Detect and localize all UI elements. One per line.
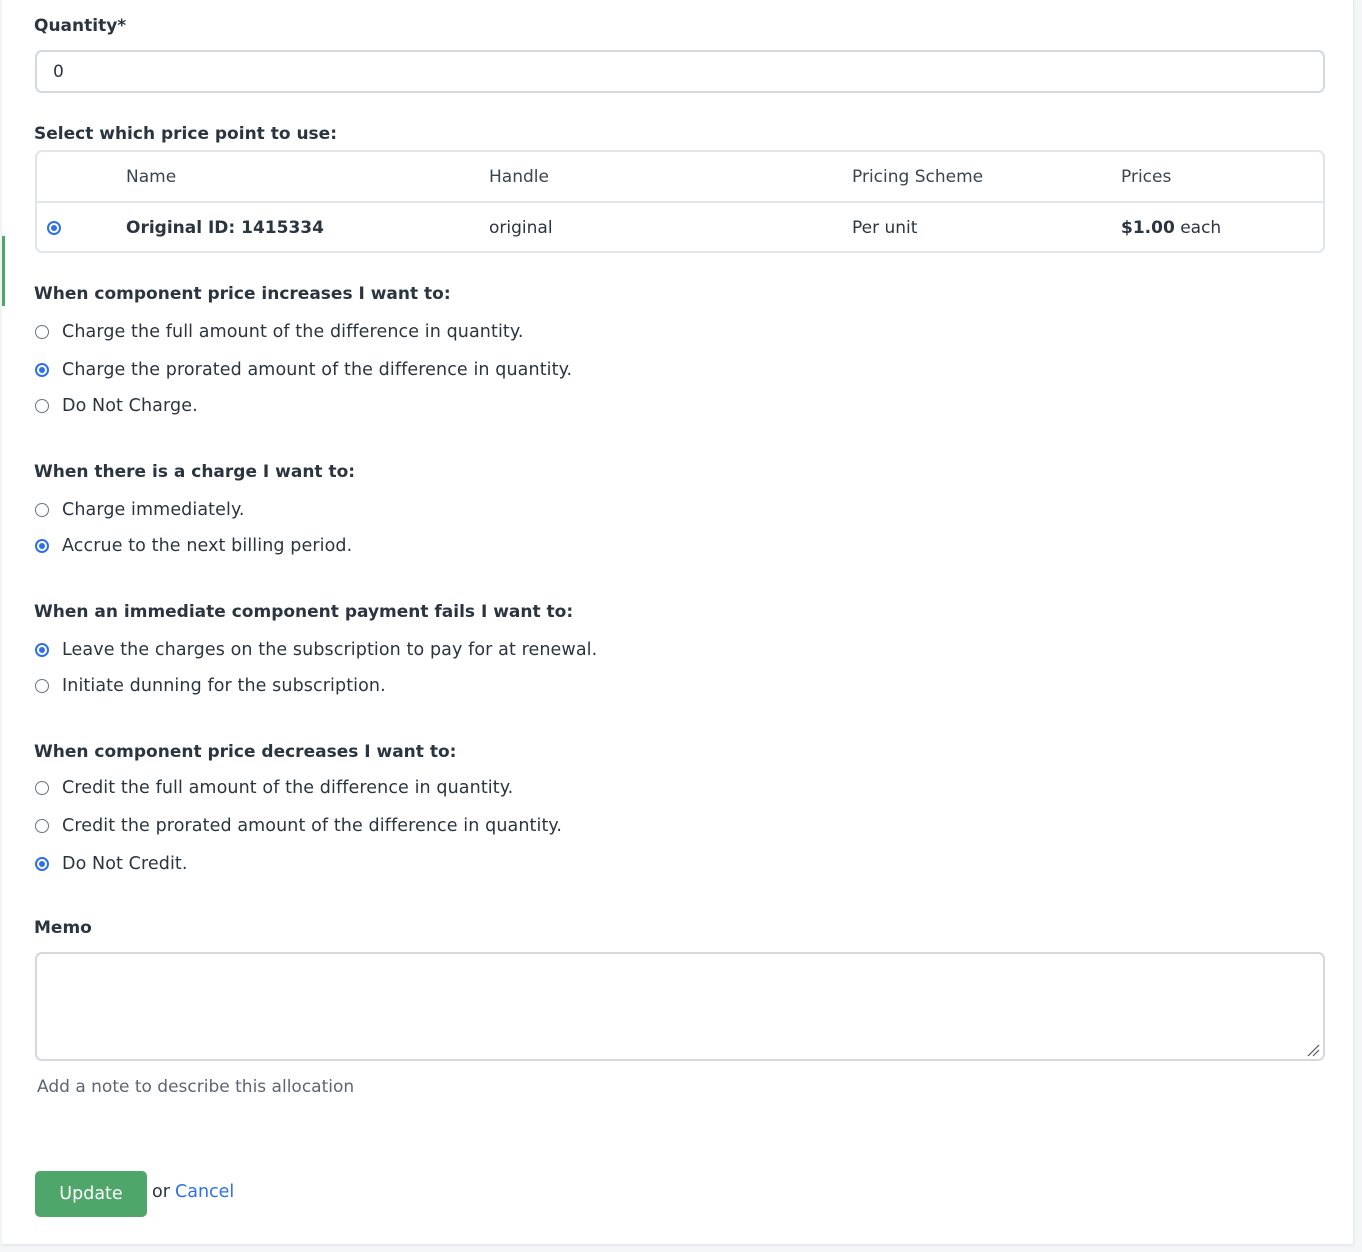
decrease-label: When component price decreases I want to… xyxy=(34,742,457,762)
memo-label: Memo xyxy=(34,918,92,938)
memo-textarea[interactable] xyxy=(35,952,1325,1061)
or-text: or xyxy=(152,1182,170,1202)
quantity-input[interactable] xyxy=(35,50,1325,93)
decrease-option-prorated[interactable]: Credit the prorated amount of the differ… xyxy=(35,816,562,836)
decrease-option-prorated-radio[interactable] xyxy=(35,819,49,833)
table-header: Name Handle Pricing Scheme Prices xyxy=(37,152,1323,203)
increase-option-prorated-text: Charge the prorated amount of the differ… xyxy=(62,360,573,380)
memo-hint: Add a note to describe this allocation xyxy=(37,1077,355,1097)
price-point-radio[interactable] xyxy=(47,221,61,235)
price-point-handle: original xyxy=(489,218,553,238)
price-suffix: each xyxy=(1180,218,1222,238)
charge-timing-option-accrue[interactable]: Accrue to the next billing period. xyxy=(35,536,352,556)
price-point-scheme: Per unit xyxy=(852,218,918,238)
charge-timing-option-immediate-text: Charge immediately. xyxy=(62,500,245,520)
increase-option-prorated[interactable]: Charge the prorated amount of the differ… xyxy=(35,360,572,380)
price-amount: $1.00 xyxy=(1121,218,1175,238)
decrease-option-none-radio[interactable] xyxy=(35,857,49,871)
charge-timing-option-immediate-radio[interactable] xyxy=(35,503,49,517)
column-header-name: Name xyxy=(126,166,177,187)
update-button[interactable]: Update xyxy=(35,1171,147,1217)
charge-timing-option-accrue-text: Accrue to the next billing period. xyxy=(62,536,353,556)
price-point-price: $1.00 each xyxy=(1121,203,1222,251)
decrease-option-full[interactable]: Credit the full amount of the difference… xyxy=(35,778,513,798)
price-point-name: Original ID: 1415334 xyxy=(126,218,324,238)
payment-fail-option-leave-radio[interactable] xyxy=(35,643,49,657)
table-row[interactable]: Original ID: 1415334 original Per unit $… xyxy=(37,203,1323,251)
decrease-option-none-text: Do Not Credit. xyxy=(62,854,188,874)
payment-fail-option-dunning-radio[interactable] xyxy=(35,679,49,693)
charge-timing-option-immediate[interactable]: Charge immediately. xyxy=(35,500,245,520)
column-header-pricing-scheme: Pricing Scheme xyxy=(852,166,984,187)
decrease-option-full-text: Credit the full amount of the difference… xyxy=(62,778,514,798)
column-header-handle: Handle xyxy=(489,166,549,187)
increase-option-full[interactable]: Charge the full amount of the difference… xyxy=(35,322,524,342)
allocation-form-panel: Quantity* Select which price point to us… xyxy=(2,0,1354,1245)
increase-option-none[interactable]: Do Not Charge. xyxy=(35,396,198,416)
payment-fail-option-dunning[interactable]: Initiate dunning for the subscription. xyxy=(35,676,386,696)
charge-timing-option-accrue-radio[interactable] xyxy=(35,539,49,553)
decrease-option-prorated-text: Credit the prorated amount of the differ… xyxy=(62,816,563,836)
increase-option-full-text: Charge the full amount of the difference… xyxy=(62,322,524,342)
increase-label: When component price increases I want to… xyxy=(34,284,451,304)
left-edge-marker xyxy=(2,236,5,306)
column-header-prices: Prices xyxy=(1121,166,1172,187)
quantity-label: Quantity* xyxy=(34,16,127,36)
decrease-option-full-radio[interactable] xyxy=(35,781,49,795)
increase-option-none-text: Do Not Charge. xyxy=(62,396,198,416)
decrease-option-none[interactable]: Do Not Credit. xyxy=(35,854,188,874)
charge-timing-label: When there is a charge I want to: xyxy=(34,462,356,482)
payment-fail-option-leave-text: Leave the charges on the subscription to… xyxy=(62,640,598,660)
resize-grip-icon[interactable] xyxy=(1306,1043,1320,1057)
payment-fail-option-dunning-text: Initiate dunning for the subscription. xyxy=(62,676,386,696)
payment-fail-option-leave[interactable]: Leave the charges on the subscription to… xyxy=(35,640,597,660)
price-point-label: Select which price point to use: xyxy=(34,124,337,144)
price-point-radio-cell xyxy=(47,203,61,251)
price-point-table: Name Handle Pricing Scheme Prices Origin… xyxy=(35,150,1325,253)
increase-option-prorated-radio[interactable] xyxy=(35,363,49,377)
increase-option-full-radio[interactable] xyxy=(35,325,49,339)
increase-option-none-radio[interactable] xyxy=(35,399,49,413)
payment-fail-label: When an immediate component payment fail… xyxy=(34,602,574,622)
cancel-link[interactable]: Cancel xyxy=(175,1182,234,1202)
